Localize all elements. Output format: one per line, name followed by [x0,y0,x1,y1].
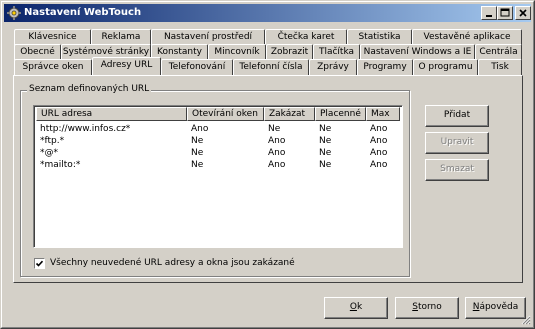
cell-url: *ftp.* [40,136,65,146]
help-button[interactable]: Nápověda [465,297,526,319]
cell-url: http://www.infos.cz* [40,124,131,134]
tab-adresy-url[interactable]: Adresy URL [92,57,161,75]
cell-block: Ano [268,136,286,146]
cell-max: Ano [370,136,388,146]
cell-paid: Ne [319,124,332,134]
tab-spravce-oken[interactable]: Správce oken [14,59,92,75]
cell-max: Ano [370,124,388,134]
column-header-max[interactable]: Max [366,107,400,121]
checkmark-icon [35,260,44,267]
cell-max: Ano [370,160,388,170]
tab-telefonni-cisla[interactable]: Telefonní čísla [233,59,309,75]
tab-telefonovani[interactable]: Telefonování [161,59,233,75]
tab-o-programu[interactable]: O programu [413,59,478,75]
cell-paid: Ne [319,136,332,146]
cell-block: Ne [268,124,281,134]
maximize-icon [500,8,510,17]
url-list[interactable]: URL adresa Otevírání oken Zakázat Placen… [33,105,403,248]
minimize-icon [486,15,492,17]
cell-max: Ano [370,148,388,158]
cell-paid: Ne [319,148,332,158]
tab-vestavene-aplikace[interactable]: Vestavěné aplikace [412,29,522,45]
tab-programy[interactable]: Programy [357,59,413,75]
tab-tisk[interactable]: Tisk [478,59,522,75]
cell-block: Ano [268,160,286,170]
cell-windows: Ne [191,160,204,170]
ok-button[interactable]: Ok [324,297,388,319]
tab-zobrazit[interactable]: Zobrazit [266,44,313,60]
block-unlisted-label[interactable]: Všechny neuvedené URL adresy a okna jsou… [50,258,295,268]
gear-icon [7,6,21,20]
add-button[interactable]: Přidat [425,105,489,127]
tab-zpravy[interactable]: Zprávy [309,59,357,75]
tab-statistika[interactable]: Statistika [347,29,412,45]
block-unlisted-checkbox[interactable] [34,258,45,269]
tab-reklama[interactable]: Reklama [91,29,151,45]
window-title: Nastavení WebTouch [24,7,142,18]
tab-centrala[interactable]: Centrála [475,44,522,60]
group-label: Seznam definovaných URL [27,84,152,94]
cell-windows: Ne [191,136,204,146]
settings-window: Nastavení WebTouch Klávesnice Reklama Na… [0,0,535,329]
cancel-button[interactable]: Storno [395,297,459,319]
column-header-paid[interactable]: Placenné [315,107,366,121]
cell-block: Ano [268,148,286,158]
column-header-block[interactable]: Zakázat [264,107,315,121]
tab-nastaveni-windows[interactable]: Nastavení Windows a IE [360,44,475,60]
tab-mincovnik[interactable]: Mincovník [208,44,266,60]
tab-tlacitka[interactable]: Tlačítka [313,44,360,60]
edit-button[interactable]: Upravit [425,132,489,154]
tab-ctecka-karet[interactable]: Čtečka karet [265,29,347,45]
cell-url: *mailto:* [40,160,81,170]
close-icon [519,9,527,17]
column-header-windows[interactable]: Otevírání oken [187,107,264,121]
cell-windows: Ano [191,124,209,134]
cell-windows: Ne [191,148,204,158]
cell-url: *@* [40,148,58,158]
title-bar[interactable]: Nastavení WebTouch [4,4,531,22]
tab-klavesnice[interactable]: Klávesnice [14,29,91,45]
column-header-url[interactable]: URL adresa [36,107,187,121]
close-button[interactable] [515,6,531,20]
tab-obecne[interactable]: Obecné [14,44,61,60]
delete-button[interactable]: Smazat [425,159,489,181]
cell-paid: Ne [319,160,332,170]
tab-nastaveni-prostredi[interactable]: Nastavení prostředí [151,29,265,45]
minimize-button[interactable] [481,6,497,20]
resize-grip-icon[interactable] [519,313,531,325]
maximize-button[interactable] [497,6,513,20]
